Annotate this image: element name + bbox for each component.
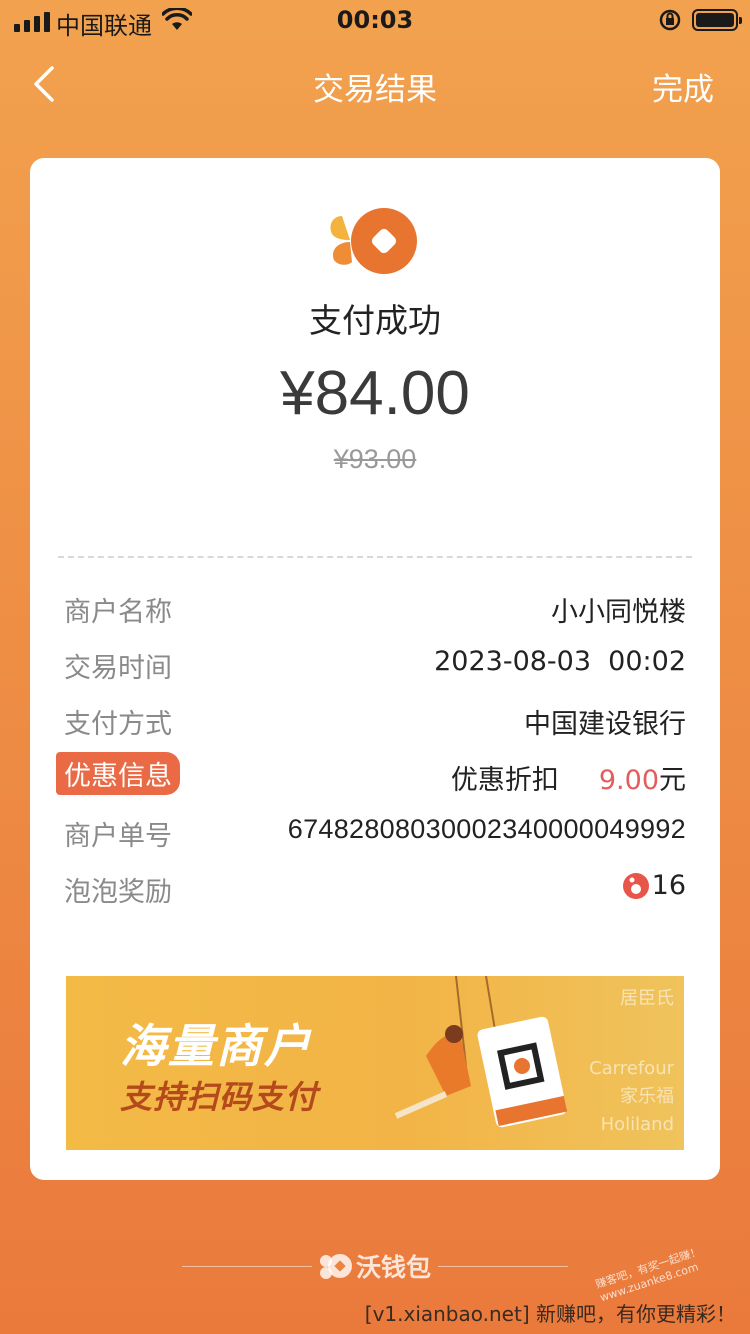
page-title: 交易结果 xyxy=(313,72,437,108)
footer-logo-icon xyxy=(320,1254,352,1279)
paid-amount: ¥84.00 xyxy=(280,359,470,428)
brand-carrefour-cn: 家乐福 xyxy=(620,1086,674,1107)
footer-logo: 沃钱包 xyxy=(318,1248,438,1284)
promo-unit: 元 xyxy=(659,765,686,796)
promo-banner[interactable]: 海量商户 支持扫码支付 居臣氏 Carrefour 家乐福 Holiland xyxy=(66,976,684,1150)
footer-line-left xyxy=(182,1266,312,1267)
wallet-logo-icon xyxy=(330,208,417,274)
brand-carrefour: Carrefour xyxy=(589,1058,674,1079)
promo-badge: 优惠信息 xyxy=(56,752,180,795)
reward-label: 泡泡奖励 xyxy=(64,877,172,908)
done-button[interactable]: 完成 xyxy=(652,64,714,109)
divider xyxy=(58,556,692,558)
battery-icon xyxy=(692,9,742,31)
clock: 00:03 xyxy=(336,6,414,34)
banner-headline: 海量商户 xyxy=(120,1019,312,1073)
detail-row-method: 支付方式 中国建设银行 xyxy=(30,690,720,746)
brand-watsons: 居臣氏 xyxy=(620,988,674,1009)
reward-value: 16 xyxy=(622,870,686,901)
time-value: 2023-08-03 00:02 xyxy=(434,646,686,677)
order-number: 67482808030002340000049992 xyxy=(287,814,686,844)
promo-amount: 9.00 xyxy=(598,765,659,796)
promo-type: 优惠折扣 xyxy=(450,765,559,796)
site-watermark: [v1.xianbao.net] 新赚吧，有你更精彩！ xyxy=(364,1302,736,1326)
promo-value: 优惠折扣 9.00元 xyxy=(451,758,686,797)
merchant-value: 小小同悦楼 xyxy=(551,597,686,628)
footer-brand-name: 沃钱包 xyxy=(356,1253,432,1282)
order-label: 商户单号 xyxy=(64,821,172,852)
result-card: 支付成功 ¥84.00 ¥93.00 商户名称 小小同悦楼 交易时间 2023-… xyxy=(30,158,720,1180)
detail-row-merchant: 商户名称 小小同悦楼 xyxy=(30,578,720,634)
detail-row-promo: 优惠信息 优惠折扣 9.00元 xyxy=(30,746,720,802)
banner-subtitle: 支持扫码支付 xyxy=(120,1078,319,1116)
method-label: 支付方式 xyxy=(64,709,172,740)
original-amount: ¥93.00 xyxy=(333,444,417,474)
method-value: 中国建设银行 xyxy=(524,709,686,740)
detail-row-order: 商户单号 67482808030002340000049992 xyxy=(30,802,720,858)
brand-holiland: Holiland xyxy=(600,1114,674,1135)
detail-row-reward: 泡泡奖励 16 xyxy=(30,858,720,914)
brand-logos: 居臣氏 Carrefour 家乐福 Holiland xyxy=(508,980,678,1146)
merchant-label: 商户名称 xyxy=(64,597,172,628)
transaction-details: 商户名称 小小同悦楼 交易时间 2023-08-03 00:02 支付方式 中国… xyxy=(30,578,720,914)
detail-row-time: 交易时间 2023-08-03 00:02 xyxy=(30,634,720,690)
reward-points: 16 xyxy=(651,870,686,901)
bubble-icon xyxy=(622,872,649,899)
time-label: 交易时间 xyxy=(64,653,172,684)
rotation-lock-icon xyxy=(659,9,681,31)
payment-status: 支付成功 xyxy=(309,301,441,340)
footer-line-right xyxy=(438,1266,568,1267)
status-bar: 中国联通 00:03 xyxy=(0,0,750,40)
nav-bar: 交易结果 完成 xyxy=(0,48,750,120)
